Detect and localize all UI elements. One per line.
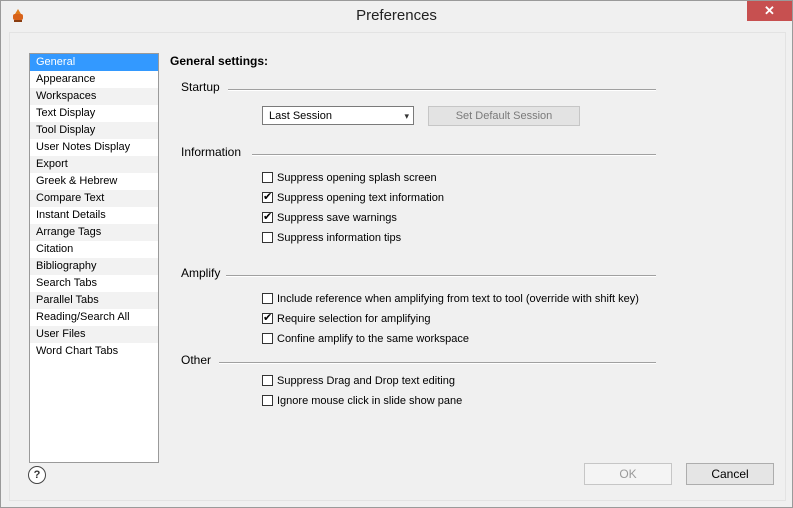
suppress-save-warnings-checkbox[interactable]: ✔ (262, 211, 273, 223)
startup-separator (228, 89, 656, 91)
set-default-session-button[interactable]: Set Default Session (428, 106, 580, 126)
sidebar-item-citation[interactable]: Citation (30, 241, 158, 258)
sidebar-item-user-files[interactable]: User Files (30, 326, 158, 343)
check-icon: ✔ (263, 211, 273, 223)
suppress-text-info-label: Suppress opening text information (277, 192, 444, 204)
startup-session-select[interactable]: Last Session ▾ (262, 106, 414, 125)
suppress-text-info-option[interactable]: ✔ Suppress opening text information (262, 191, 444, 205)
page-title: General settings: (170, 54, 269, 68)
confine-amplify-label: Confine amplify to the same workspace (277, 333, 469, 345)
sidebar-item-compare-text[interactable]: Compare Text (30, 190, 158, 207)
sidebar-item-search-tabs[interactable]: Search Tabs (30, 275, 158, 292)
preferences-body: General Appearance Workspaces Text Displ… (9, 32, 786, 501)
cancel-button[interactable]: Cancel (686, 463, 774, 485)
suppress-info-tips-checkbox[interactable] (262, 232, 273, 243)
include-reference-option[interactable]: Include reference when amplifying from t… (262, 292, 639, 306)
suppress-drag-drop-option[interactable]: Suppress Drag and Drop text editing (262, 374, 455, 388)
ok-button[interactable]: OK (584, 463, 672, 485)
suppress-splash-option[interactable]: Suppress opening splash screen (262, 171, 437, 185)
sidebar-item-user-notes-display[interactable]: User Notes Display (30, 139, 158, 156)
confine-amplify-checkbox[interactable] (262, 333, 273, 344)
information-separator (252, 154, 656, 156)
sidebar-item-appearance[interactable]: Appearance (30, 71, 158, 88)
sidebar-item-greek-hebrew[interactable]: Greek & Hebrew (30, 173, 158, 190)
suppress-splash-checkbox[interactable] (262, 172, 273, 183)
help-icon[interactable]: ? (28, 466, 46, 484)
suppress-info-tips-label: Suppress information tips (277, 232, 402, 244)
sidebar-item-bibliography[interactable]: Bibliography (30, 258, 158, 275)
sidebar-item-parallel-tabs[interactable]: Parallel Tabs (30, 292, 158, 309)
suppress-splash-label: Suppress opening splash screen (277, 172, 437, 184)
require-selection-checkbox[interactable]: ✔ (262, 312, 273, 324)
amplify-separator (226, 275, 656, 277)
check-icon: ✔ (263, 191, 273, 203)
sidebar-item-arrange-tags[interactable]: Arrange Tags (30, 224, 158, 241)
amplify-section-label: Amplify (181, 266, 221, 280)
include-reference-checkbox[interactable] (262, 293, 273, 304)
ignore-mouse-click-option[interactable]: Ignore mouse click in slide show pane (262, 394, 462, 408)
ignore-mouse-click-checkbox[interactable] (262, 395, 273, 406)
chevron-down-icon: ▾ (404, 111, 409, 121)
sidebar-item-word-chart-tabs[interactable]: Word Chart Tabs (30, 343, 158, 360)
confine-amplify-option[interactable]: Confine amplify to the same workspace (262, 332, 469, 346)
suppress-drag-drop-label: Suppress Drag and Drop text editing (277, 375, 455, 387)
suppress-save-warnings-label: Suppress save warnings (277, 212, 397, 224)
title-bar[interactable]: Preferences ✕ (1, 1, 792, 31)
other-section-label: Other (181, 353, 212, 367)
suppress-save-warnings-option[interactable]: ✔ Suppress save warnings (262, 211, 397, 225)
other-separator (219, 362, 656, 364)
window-title: Preferences (356, 7, 437, 24)
suppress-drag-drop-checkbox[interactable] (262, 375, 273, 386)
preferences-window: Preferences ✕ General Appearance Workspa… (0, 0, 793, 508)
sidebar-item-export[interactable]: Export (30, 156, 158, 173)
require-selection-option[interactable]: ✔ Require selection for amplifying (262, 312, 430, 326)
sidebar-item-tool-display[interactable]: Tool Display (30, 122, 158, 139)
sidebar-item-text-display[interactable]: Text Display (30, 105, 158, 122)
include-reference-label: Include reference when amplifying from t… (277, 293, 639, 305)
sidebar-item-workspaces[interactable]: Workspaces (30, 88, 158, 105)
sidebar-item-reading-search-all[interactable]: Reading/Search All (30, 309, 158, 326)
check-icon: ✔ (263, 312, 273, 324)
require-selection-label: Require selection for amplifying (277, 313, 431, 325)
startup-session-value: Last Session (269, 110, 332, 122)
ignore-mouse-click-label: Ignore mouse click in slide show pane (277, 395, 463, 407)
suppress-info-tips-option[interactable]: Suppress information tips (262, 231, 401, 245)
information-section-label: Information (181, 145, 242, 159)
close-button[interactable]: ✕ (747, 1, 792, 21)
preferences-category-list[interactable]: General Appearance Workspaces Text Displ… (29, 53, 159, 463)
sidebar-item-instant-details[interactable]: Instant Details (30, 207, 158, 224)
startup-section-label: Startup (181, 80, 220, 94)
sidebar-item-general[interactable]: General (30, 54, 158, 71)
suppress-text-info-checkbox[interactable]: ✔ (262, 191, 273, 203)
